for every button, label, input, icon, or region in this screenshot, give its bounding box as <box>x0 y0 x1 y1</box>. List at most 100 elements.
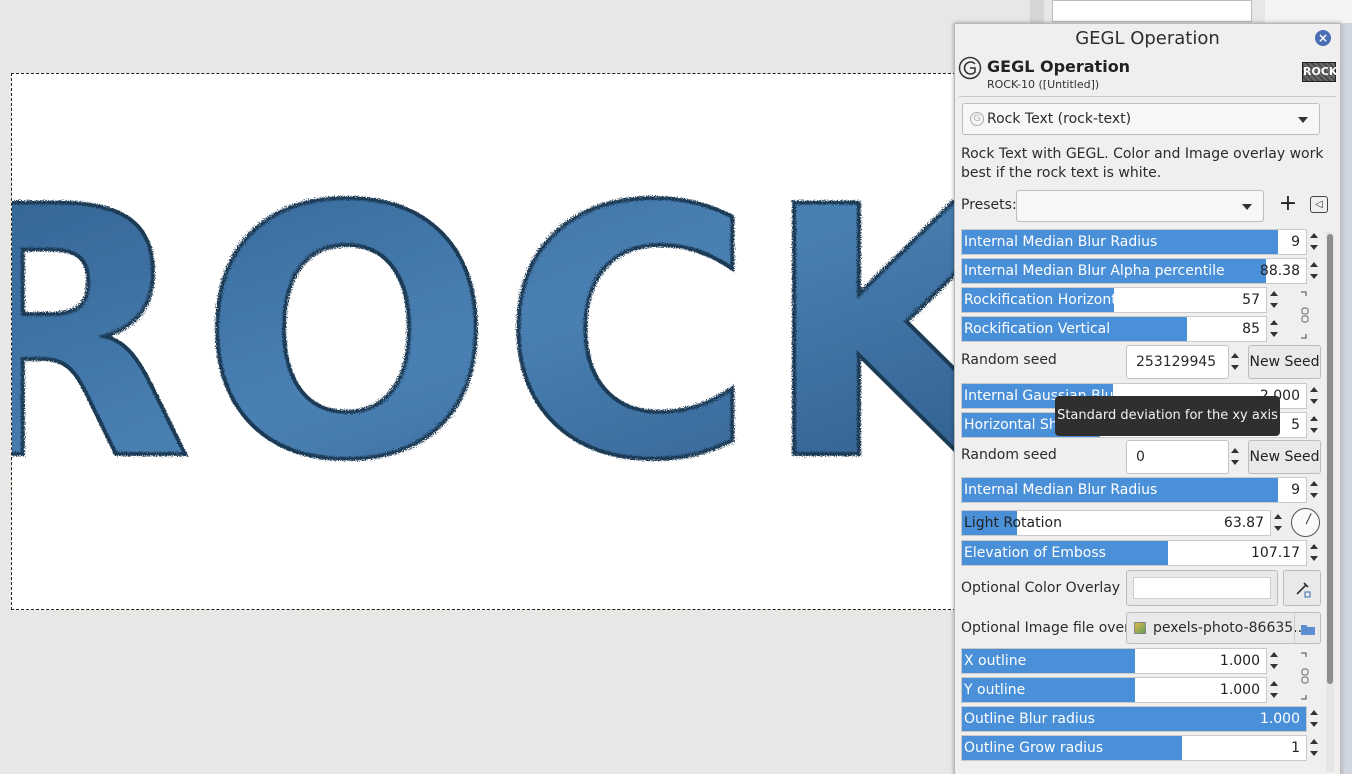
random-seed-row: Random seed 0 New Seed <box>961 440 1323 476</box>
image-overlay-row: Optional Image file overlay pexels-photo… <box>961 612 1323 646</box>
image-canvas[interactable]: ROCK <box>11 73 971 610</box>
outline-blur-row: Outline Blur radius 1.000 <box>961 706 1323 732</box>
image-file-icon <box>1134 622 1146 634</box>
slider-label: Internal Median Blur Radius <box>964 234 1158 250</box>
image-overlay-label: Optional Image file overlay <box>961 620 1151 636</box>
slider-value: 1 <box>1291 740 1300 756</box>
emboss-elevation-row: Elevation of Emboss 107.17 <box>961 540 1323 566</box>
light-rotation-slider[interactable]: Light Rotation 63.87 <box>961 510 1271 536</box>
folder-icon[interactable] <box>1294 613 1320 643</box>
median-blur-radius-slider[interactable]: Internal Median Blur Radius 9 <box>961 229 1307 255</box>
header-title: GEGL Operation <box>987 57 1131 76</box>
x-outline-row: X outline 1.000 <box>961 648 1323 674</box>
dialog-header: GEGL Operation ROCK-10 ([Untitled]) ROCK <box>955 54 1340 96</box>
new-seed-button[interactable]: New Seed <box>1248 440 1321 474</box>
median-blur-radius-row: Internal Median Blur Radius 9 <box>961 229 1323 255</box>
close-icon[interactable]: × <box>1315 30 1331 46</box>
color-overlay-row: Optional Color Overlay <box>961 570 1323 608</box>
random-seed-input[interactable]: 0 <box>1126 440 1229 474</box>
slider-label: Light Rotation <box>964 515 1062 531</box>
rock-letters: ROCK <box>12 135 971 536</box>
spin-arrows[interactable] <box>1308 706 1322 732</box>
scrollbar-thumb[interactable] <box>1327 234 1333 684</box>
spin-arrows[interactable] <box>1268 316 1282 342</box>
slider-label: Outline Grow radius <box>964 740 1104 756</box>
operation-select-label: Rock Text (rock-text) <box>987 111 1132 127</box>
spin-arrows[interactable] <box>1308 412 1322 438</box>
slider-label: Rockification Horizontal <box>964 292 1130 308</box>
slider-label: Elevation of Emboss <box>964 545 1106 561</box>
random-seed-input[interactable]: 253129945 <box>1126 345 1229 379</box>
spin-arrows[interactable] <box>1268 648 1282 674</box>
background-brush-grid <box>1265 0 1352 23</box>
random-seed-row: Random seed 253129945 New Seed <box>961 345 1323 381</box>
median-alpha-slider[interactable]: Internal Median Blur Alpha percentile 88… <box>961 258 1307 284</box>
operation-select[interactable]: G Rock Text (rock-text) <box>962 103 1320 135</box>
slider-value: 1.000 <box>1219 653 1260 669</box>
rock-vertical-slider[interactable]: Rockification Vertical 85 <box>961 316 1267 342</box>
spin-arrows[interactable] <box>1268 287 1282 313</box>
tooltip: Standard deviation for the xy axis <box>1055 396 1280 436</box>
spin-arrows[interactable] <box>1308 383 1322 409</box>
outline-blur-slider[interactable]: Outline Blur radius 1.000 <box>961 706 1307 732</box>
add-preset-icon[interactable]: + <box>1277 192 1299 218</box>
spin-arrows[interactable] <box>1272 510 1286 536</box>
preset-menu-icon[interactable]: ◁ <box>1310 196 1328 213</box>
spin-arrows[interactable] <box>1308 258 1322 284</box>
chain-link-icon[interactable] <box>1299 290 1311 343</box>
slider-value: 9 <box>1291 234 1300 250</box>
outline-grow-slider[interactable]: Outline Grow radius 1 <box>961 735 1307 761</box>
spin-arrows[interactable] <box>1229 444 1243 470</box>
spin-arrows[interactable] <box>1308 229 1322 255</box>
x-outline-slider[interactable]: X outline 1.000 <box>961 648 1267 674</box>
spin-arrows[interactable] <box>1268 677 1282 703</box>
slider-label: Internal Median Blur Radius <box>964 482 1158 498</box>
slider-value: 5 <box>1291 417 1300 433</box>
slider-label: Outline Blur radius <box>964 711 1095 727</box>
chain-link-icon[interactable] <box>1299 651 1311 704</box>
image-file-chooser[interactable]: pexels-photo-86635... <box>1126 612 1321 644</box>
presets-select[interactable] <box>1016 190 1264 222</box>
random-seed-value: 253129945 <box>1136 354 1217 370</box>
slider-label: Internal Median Blur Alpha percentile <box>964 263 1225 279</box>
rock-vertical-row: Rockification Vertical 85 <box>961 316 1323 342</box>
spin-arrows[interactable] <box>1308 477 1322 503</box>
light-rotation-dial[interactable] <box>1291 508 1320 537</box>
slider-value: 9 <box>1291 482 1300 498</box>
slider-value: 107.17 <box>1251 545 1300 561</box>
params-scrollbar[interactable] <box>1326 232 1334 772</box>
color-overlay-button[interactable] <box>1126 570 1278 606</box>
operation-description: Rock Text with GEGL. Color and Image ove… <box>961 146 1324 181</box>
color-swatch <box>1133 577 1271 599</box>
dialog-titlebar[interactable]: GEGL Operation × <box>955 24 1340 54</box>
color-picker-button[interactable] <box>1283 570 1321 606</box>
chevron-down-icon <box>1242 204 1252 210</box>
presets-label: Presets: <box>961 197 1017 213</box>
spin-arrows[interactable] <box>1308 540 1322 566</box>
image-file-name: pexels-photo-86635... <box>1153 620 1307 636</box>
slider-value: 1.000 <box>1219 682 1260 698</box>
slider-value: 85 <box>1242 321 1260 337</box>
y-outline-slider[interactable]: Y outline 1.000 <box>961 677 1267 703</box>
random-seed-label: Random seed <box>961 447 1057 463</box>
random-seed-value: 0 <box>1136 449 1145 465</box>
spin-arrows[interactable] <box>1229 349 1243 375</box>
slider-value: 88.38 <box>1259 263 1300 279</box>
median-blur-radius-slider[interactable]: Internal Median Blur Radius 9 <box>961 477 1307 503</box>
emboss-elevation-slider[interactable]: Elevation of Emboss 107.17 <box>961 540 1307 566</box>
chevron-down-icon <box>1298 117 1308 123</box>
rock-text-render: ROCK <box>12 133 971 538</box>
slider-value: 63.87 <box>1223 515 1264 531</box>
slider-value: 1.000 <box>1259 711 1300 727</box>
gegl-logo-icon <box>958 56 982 80</box>
background-panel-edge <box>1030 0 1044 23</box>
dialog-title: GEGL Operation <box>1075 28 1220 49</box>
y-outline-row: Y outline 1.000 <box>961 677 1323 703</box>
header-subtitle: ROCK-10 ([Untitled]) <box>987 78 1100 91</box>
rock-horizontal-slider[interactable]: Rockification Horizontal 57 <box>961 287 1267 313</box>
slider-value: 57 <box>1242 292 1260 308</box>
new-seed-button[interactable]: New Seed <box>1248 345 1321 379</box>
background-side-panel <box>1342 23 1352 774</box>
outline-grow-row: Outline Grow radius 1 <box>961 735 1323 761</box>
spin-arrows[interactable] <box>1308 735 1322 761</box>
